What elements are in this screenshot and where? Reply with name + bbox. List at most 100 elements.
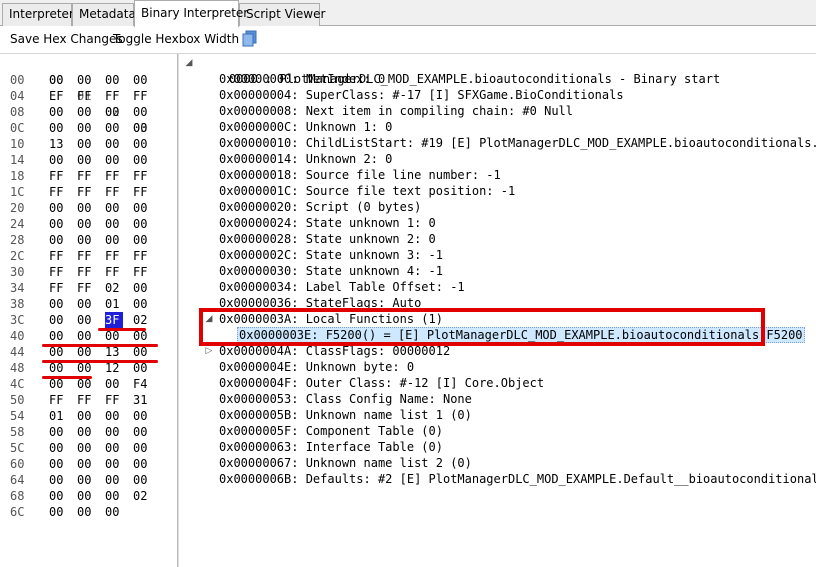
hex-byte[interactable]: 00 bbox=[105, 232, 123, 248]
hex-byte[interactable]: 00 bbox=[49, 504, 67, 520]
hex-byte[interactable]: 00 bbox=[77, 104, 95, 120]
hex-byte[interactable]: 00 bbox=[77, 472, 95, 488]
copy-icon[interactable] bbox=[241, 30, 259, 48]
hex-byte[interactable]: 00 bbox=[77, 200, 95, 216]
hex-byte[interactable]: 00 bbox=[133, 296, 151, 312]
hex-byte[interactable]: FF bbox=[105, 184, 123, 200]
hex-byte[interactable]: 00 bbox=[133, 104, 151, 120]
hex-byte[interactable]: 00 bbox=[133, 152, 151, 168]
hex-byte[interactable]: 00 bbox=[133, 424, 151, 440]
hex-byte[interactable]: 00 bbox=[77, 312, 95, 328]
expand-root-icon[interactable]: ◢ bbox=[184, 55, 194, 71]
hex-byte[interactable]: 00 bbox=[77, 408, 95, 424]
hex-byte[interactable]: 01 bbox=[105, 296, 123, 312]
hex-byte[interactable]: FF bbox=[133, 184, 151, 200]
hex-byte[interactable]: FF bbox=[105, 168, 123, 184]
hex-byte[interactable]: 00 bbox=[133, 216, 151, 232]
hex-byte[interactable]: 00 bbox=[49, 200, 67, 216]
tree-item[interactable]: 0x0000005B: Unknown name list 1 (0) bbox=[219, 407, 472, 423]
hex-byte[interactable]: 00 bbox=[105, 136, 123, 152]
hex-byte[interactable]: 00 bbox=[105, 104, 123, 120]
tree-item[interactable]: 0x00000030: State unknown 4: -1 bbox=[219, 263, 443, 279]
hex-byte[interactable]: 00 bbox=[49, 488, 67, 504]
hex-byte[interactable]: 00 bbox=[105, 504, 123, 520]
tree-item[interactable]: 0x00000000: NetIndex: 0 bbox=[219, 71, 385, 87]
hex-byte[interactable]: FF bbox=[49, 392, 67, 408]
hex-byte[interactable]: FF bbox=[133, 248, 151, 264]
hex-byte[interactable]: 00 bbox=[49, 120, 67, 136]
save-hex-changes-button[interactable]: Save Hex Changes bbox=[10, 32, 123, 46]
hex-byte[interactable]: 00 bbox=[105, 408, 123, 424]
tree-item[interactable]: 0x0000000C: Unknown 1: 0 bbox=[219, 119, 392, 135]
tree-item[interactable]: 0x00000028: State unknown 2: 0 bbox=[219, 231, 436, 247]
hex-byte[interactable]: 31 bbox=[133, 392, 151, 408]
hex-byte[interactable]: 00 bbox=[77, 488, 95, 504]
hex-byte[interactable]: 00 bbox=[77, 136, 95, 152]
hex-byte[interactable]: FF bbox=[133, 168, 151, 184]
hex-byte[interactable]: FF bbox=[49, 248, 67, 264]
hex-panel[interactable]: 00 01 02 03 00 00 00 00 00 04 EF FF FF FF 08 00 00 00… bbox=[4, 54, 174, 567]
hex-byte[interactable]: 00 bbox=[77, 216, 95, 232]
tree-item[interactable]: 0x00000063: Interface Table (0) bbox=[219, 439, 443, 455]
hex-byte[interactable]: 00 bbox=[77, 72, 95, 88]
tree-item[interactable]: 0x00000004: SuperClass: #-17 [I] SFXGame… bbox=[219, 87, 624, 103]
hex-byte[interactable]: FF bbox=[77, 184, 95, 200]
hex-byte[interactable]: 00 bbox=[49, 472, 67, 488]
hex-byte[interactable]: 00 bbox=[49, 296, 67, 312]
hex-byte[interactable]: 02 bbox=[133, 488, 151, 504]
hex-byte[interactable]: 00 bbox=[49, 152, 67, 168]
hex-byte[interactable]: 00 bbox=[77, 456, 95, 472]
hex-byte[interactable]: 00 bbox=[133, 232, 151, 248]
hex-byte[interactable]: 00 bbox=[49, 456, 67, 472]
hex-byte[interactable]: 00 bbox=[77, 424, 95, 440]
hex-byte[interactable]: FF bbox=[49, 264, 67, 280]
hex-byte[interactable]: 13 bbox=[49, 136, 67, 152]
hex-byte[interactable]: 00 bbox=[133, 200, 151, 216]
tree-item[interactable]: 0x0000002C: State unknown 3: -1 bbox=[219, 247, 443, 263]
hex-byte[interactable]: FF bbox=[77, 280, 95, 296]
hex-byte[interactable]: 00 bbox=[133, 440, 151, 456]
hex-byte[interactable]: 00 bbox=[49, 216, 67, 232]
tree-item[interactable]: 0x00000034: Label Table Offset: -1 bbox=[219, 279, 465, 295]
hex-byte[interactable]: FF bbox=[77, 392, 95, 408]
hex-byte[interactable]: 00 bbox=[133, 136, 151, 152]
hex-byte[interactable]: 00 bbox=[49, 440, 67, 456]
hex-byte[interactable]: 00 bbox=[105, 72, 123, 88]
hex-byte[interactable]: FF bbox=[49, 168, 67, 184]
tree-root[interactable]: 0000 : PlotManagerDLC_MOD_EXAMPLE.bioaut… bbox=[200, 55, 720, 86]
hex-byte[interactable]: 00 bbox=[105, 152, 123, 168]
hex-byte[interactable]: 00 bbox=[133, 408, 151, 424]
hex-byte[interactable]: 00 bbox=[49, 424, 67, 440]
panel-splitter[interactable] bbox=[177, 54, 179, 567]
hex-byte[interactable]: 00 bbox=[105, 376, 123, 392]
hex-byte[interactable]: 00 bbox=[105, 424, 123, 440]
hex-byte[interactable]: 00 bbox=[105, 216, 123, 232]
hex-byte[interactable]: 00 bbox=[105, 120, 123, 136]
hex-byte[interactable]: 00 bbox=[49, 104, 67, 120]
hex-byte[interactable]: FF bbox=[105, 88, 123, 104]
hex-byte[interactable]: FF bbox=[105, 248, 123, 264]
hex-byte[interactable]: FF bbox=[49, 280, 67, 296]
hex-byte[interactable]: FF bbox=[133, 88, 151, 104]
tree-item[interactable]: 0x0000006B: Defaults: #2 [E] PlotManager… bbox=[219, 471, 816, 487]
tree-item[interactable]: 0x00000053: Class Config Name: None bbox=[219, 391, 472, 407]
hex-byte[interactable]: FF bbox=[77, 168, 95, 184]
tree-item[interactable]: 0x00000067: Unknown name list 2 (0) bbox=[219, 455, 472, 471]
hex-byte[interactable]: FF bbox=[77, 88, 95, 104]
hex-byte[interactable]: 00 bbox=[133, 280, 151, 296]
hex-byte[interactable]: FF bbox=[77, 248, 95, 264]
tree-item[interactable]: 0x00000014: Unknown 2: 0 bbox=[219, 151, 392, 167]
tab-metadata[interactable]: Metadata bbox=[72, 3, 136, 26]
hex-byte[interactable]: 00 bbox=[133, 120, 151, 136]
hex-byte[interactable]: 00 bbox=[49, 312, 67, 328]
hex-byte[interactable]: FF bbox=[49, 184, 67, 200]
tree-item[interactable]: 0x00000010: ChildListStart: #19 [E] Plot… bbox=[219, 135, 816, 151]
tree-item[interactable]: 0x0000001C: Source file text position: -… bbox=[219, 183, 515, 199]
hex-byte[interactable]: 02 bbox=[133, 312, 151, 328]
tree-item[interactable]: 0x0000004E: Unknown byte: 0 bbox=[219, 359, 414, 375]
hex-byte[interactable]: FF bbox=[105, 392, 123, 408]
hex-byte[interactable]: 00 bbox=[77, 440, 95, 456]
hex-byte[interactable]: 01 bbox=[49, 408, 67, 424]
hex-byte[interactable]: 00 bbox=[133, 72, 151, 88]
tab-binary-interpreter[interactable]: Binary Interpreter bbox=[134, 0, 248, 27]
